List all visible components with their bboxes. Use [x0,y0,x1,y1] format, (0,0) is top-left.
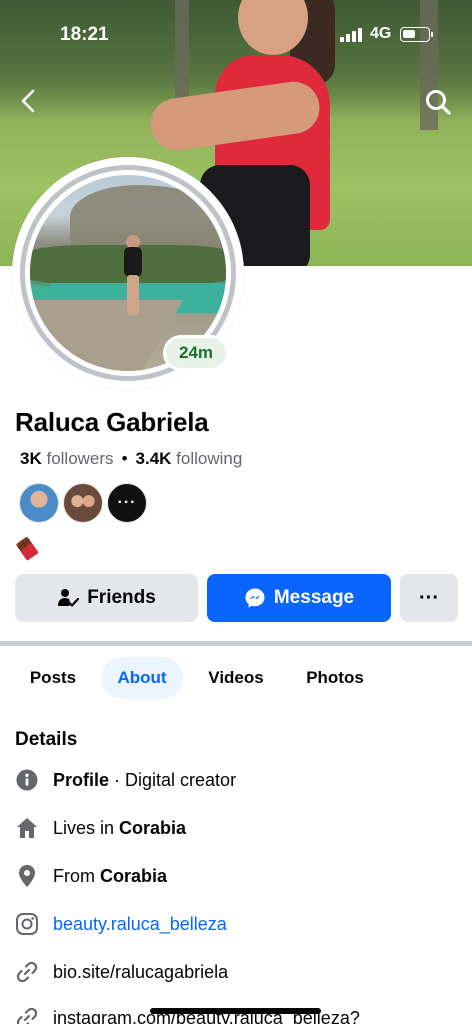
info-icon [15,768,39,792]
following-label: following [176,449,243,468]
friends-button[interactable]: Friends [15,574,198,622]
detail-profile: Profile · Digital creator [15,766,465,794]
detail-profile-label: Profile [53,769,110,790]
detail-profile-sep: · [109,769,126,790]
search-icon [426,90,451,115]
detail-instagram[interactable]: beauty.raluca_belleza [15,910,465,938]
followers-link[interactable]: 3K followers [20,449,114,468]
tab-videos[interactable]: Videos [196,657,276,699]
mutual-friend-avatar[interactable] [19,483,59,523]
story-time-badge: 24m [163,335,229,371]
signal-icon [340,28,362,42]
friends-button-label: Friends [87,587,156,608]
battery-icon [400,27,433,42]
detail-from-prefix: From [53,865,100,886]
more-dots-icon: ··· [419,586,439,609]
tab-posts[interactable]: Posts [18,657,88,699]
status-bar: 18:21 4G [0,0,472,70]
detail-profile-value: Digital creator [125,769,237,790]
follow-stats: 3K followers • 3.4K following [20,449,242,469]
more-mutuals-button[interactable]: ··· [107,483,147,523]
followers-label: followers [46,449,114,468]
detail-from: From Corabia [15,862,465,890]
tab-about[interactable]: About [101,657,183,699]
mutual-friends[interactable]: ··· [19,483,147,523]
section-divider [0,641,472,646]
mutual-friend-avatar[interactable] [63,483,103,523]
back-button[interactable] [14,86,44,116]
more-dots-icon: ··· [117,494,137,511]
chevron-left-icon [21,89,35,113]
search-button[interactable] [422,86,454,118]
following-link[interactable]: 3.4K following [136,449,243,468]
detail-lives-in: Lives in Corabia [15,814,465,842]
instagram-link[interactable]: beauty.raluca_belleza [53,914,227,935]
detail-lives-value[interactable]: Corabia [119,818,186,839]
profile-name: Raluca Gabriela [15,407,209,437]
home-indicator[interactable] [150,1008,321,1014]
following-count: 3.4K [135,449,172,468]
followers-count: 3K [20,449,42,468]
instagram-icon [15,912,39,936]
details-heading: Details [15,729,78,750]
network-type: 4G [370,25,392,42]
detail-lives-prefix: Lives in [53,817,120,838]
link-icon [15,960,39,984]
friends-check-icon [58,589,80,607]
message-button-label: Message [273,587,355,608]
chocolate-bar-icon [15,535,41,561]
detail-from-value[interactable]: Corabia [100,866,167,887]
tab-photos[interactable]: Photos [293,657,377,699]
home-icon [15,816,39,840]
link-icon [15,1006,39,1024]
status-time: 18:21 [60,24,109,45]
more-options-button[interactable]: ··· [400,574,458,622]
messenger-icon [245,588,265,608]
location-pin-icon [15,864,39,888]
detail-website[interactable]: bio.site/ralucagabriela [15,958,465,986]
detail-link-2[interactable]: instagram.com/beauty.raluca_belleza? [15,1004,465,1024]
stats-separator: • [121,449,128,468]
message-button[interactable]: Message [207,574,391,622]
website-link[interactable]: bio.site/ralucagabriela [53,962,228,983]
